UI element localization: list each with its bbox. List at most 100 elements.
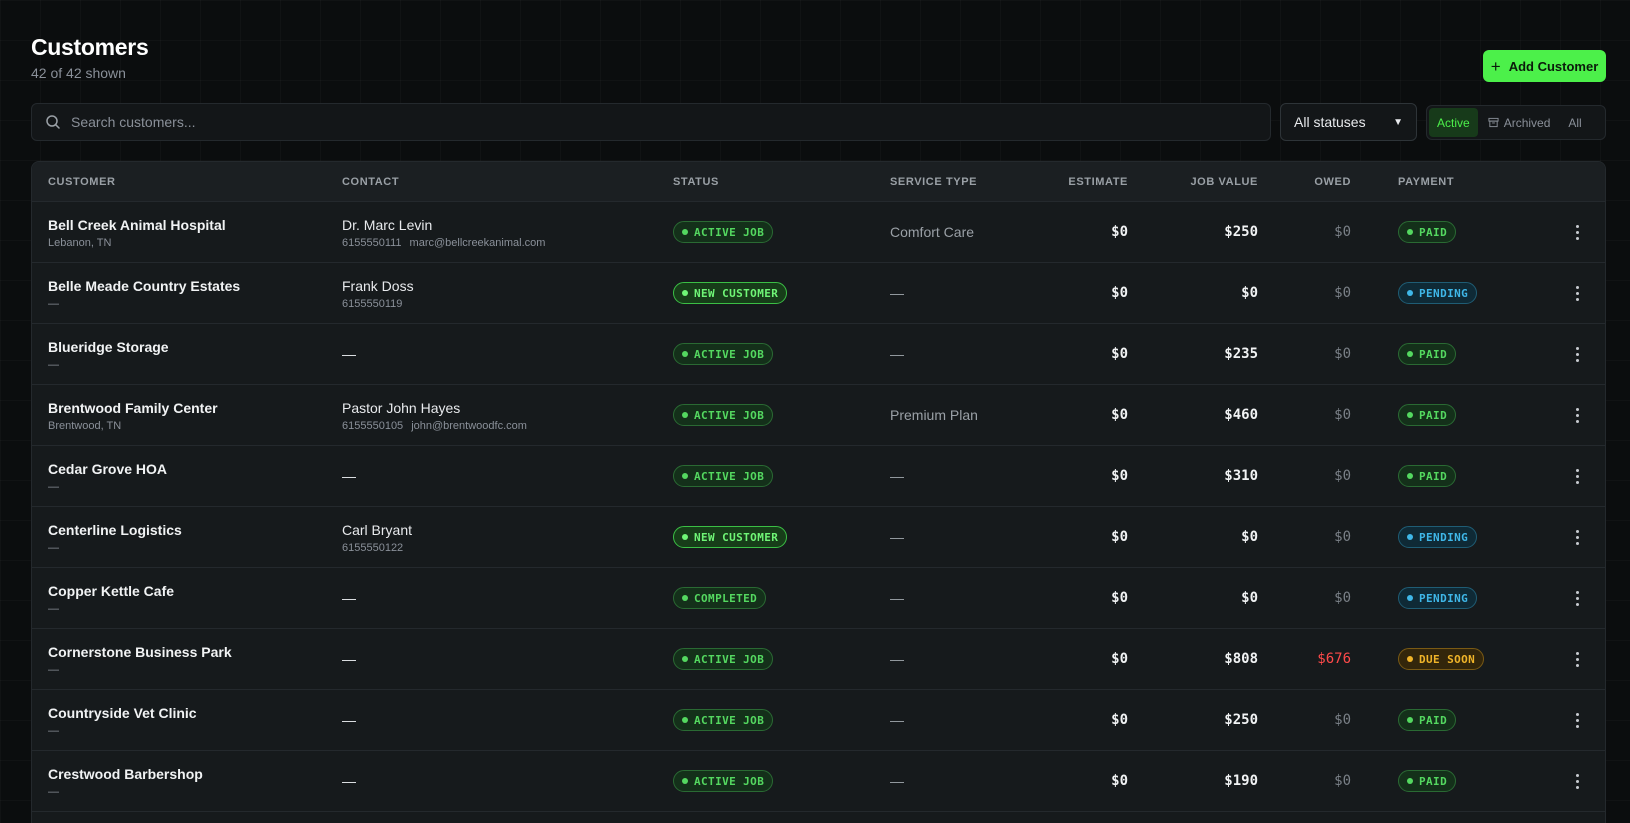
customer-name[interactable]: Belle Meade Country Estates [48, 278, 240, 294]
contact-cell: Carl Bryant 6155550122 [342, 522, 412, 554]
owed-value: $0 [1334, 346, 1351, 362]
column-header-service[interactable]: SERVICE TYPE [890, 176, 977, 188]
contact-phone[interactable]: 6155550105 [342, 420, 403, 432]
payment-dot [1407, 412, 1413, 418]
view-all-label: All [1568, 115, 1582, 130]
owed-value: $0 [1334, 590, 1351, 606]
status-cell: ACTIVE JOB [673, 648, 774, 670]
more-vertical-icon[interactable] [1569, 283, 1585, 303]
status-cell: ACTIVE JOB [673, 465, 774, 487]
customer-name[interactable]: Copper Kettle Cafe [48, 583, 174, 599]
contact-phone[interactable]: 6155550119 [342, 298, 402, 310]
table-row[interactable]: Countryside Vet Clinic — — ACTIVE JOB — $0 $25… [32, 690, 1605, 751]
estimate-value: $0 [1111, 651, 1128, 667]
payment-cell: PENDING [1398, 587, 1478, 609]
view-archived-button[interactable]: Archived [1480, 108, 1559, 137]
status-badge: ACTIVE JOB [673, 343, 774, 365]
status-dot [682, 351, 688, 357]
view-all-button[interactable]: All [1560, 108, 1589, 137]
contact-cell: Pastor John Hayes 6155550105 john@brentwoo… [342, 400, 527, 432]
job-value: $0 [1241, 285, 1258, 301]
more-vertical-icon[interactable] [1569, 344, 1585, 364]
estimate-value: $0 [1111, 773, 1128, 789]
contact-phone[interactable]: 6155550122 [342, 542, 403, 554]
customer-name[interactable]: Blueridge Storage [48, 339, 169, 355]
column-header-customer[interactable]: CUSTOMER [48, 176, 116, 188]
status-dot [682, 778, 688, 784]
table-row[interactable]: Cedar Grove HOA — — ACTIVE JOB — $0 $310 $0 PAID [32, 446, 1605, 507]
payment-badge: PENDING [1398, 587, 1478, 609]
column-header-owed[interactable]: OWED [1314, 176, 1351, 188]
more-vertical-icon[interactable] [1569, 588, 1585, 608]
table-row[interactable]: Centerline Logistics — Carl Bryant 61555501… [32, 507, 1605, 568]
customer-name[interactable]: Cornerstone Business Park [48, 644, 232, 660]
table-row[interactable]: Brentwood Family Center Brentwood, TN Past… [32, 385, 1605, 446]
table-header: CUSTOMER CONTACT STATUS SERVICE TYPE EST… [32, 162, 1605, 202]
owed-value: $676 [1317, 651, 1351, 667]
more-vertical-icon[interactable] [1569, 405, 1585, 425]
payment-label: PENDING [1419, 591, 1469, 605]
column-header-job-value[interactable]: JOB VALUE [1190, 176, 1258, 188]
table-row[interactable]: Copper Kettle Cafe — — COMPLETED — $0 $0 $0 PEND… [32, 568, 1605, 629]
customer-name[interactable]: Crestwood Barbershop [48, 766, 203, 782]
status-dot [682, 656, 688, 662]
status-cell: NEW CUSTOMER [673, 282, 788, 304]
payment-cell: PAID [1398, 221, 1457, 243]
status-cell: ACTIVE JOB [673, 709, 774, 731]
table-row[interactable]: Bell Creek Animal Hospital Lebanon, TN Dr.… [32, 202, 1605, 263]
add-customer-button[interactable]: + Add Customer [1483, 50, 1606, 82]
owed-value: $0 [1334, 468, 1351, 484]
column-header-contact[interactable]: CONTACT [342, 176, 399, 188]
job-value: $190 [1224, 773, 1258, 789]
contact-email[interactable]: marc@bellcreekanimal.com [410, 237, 546, 249]
payment-label: PENDING [1419, 530, 1469, 544]
customer-name[interactable]: Countryside Vet Clinic [48, 705, 197, 721]
payment-dot [1407, 717, 1413, 723]
payment-dot [1407, 595, 1413, 601]
more-vertical-icon[interactable] [1569, 527, 1585, 547]
table-row[interactable]: Crestwood Barbershop — — ACTIVE JOB — $0 $190 $… [32, 751, 1605, 812]
more-vertical-icon[interactable] [1569, 771, 1585, 791]
view-active-button[interactable]: Active [1429, 108, 1478, 137]
more-vertical-icon[interactable] [1569, 649, 1585, 669]
contact-cell: — [342, 712, 356, 728]
job-value: $0 [1241, 590, 1258, 606]
status-filter-select[interactable]: All statuses ▼ [1280, 103, 1417, 141]
more-vertical-icon[interactable] [1569, 466, 1585, 486]
owed-value: $0 [1334, 407, 1351, 423]
contact-email[interactable]: john@brentwoodfc.com [411, 420, 527, 432]
contact-name: Frank Doss [342, 278, 414, 294]
more-vertical-icon[interactable] [1569, 710, 1585, 730]
job-value: $310 [1224, 468, 1258, 484]
customers-table: CUSTOMER CONTACT STATUS SERVICE TYPE EST… [31, 161, 1606, 823]
column-header-estimate[interactable]: ESTIMATE [1068, 176, 1128, 188]
table-row[interactable]: Belle Meade Country Estates — Frank Doss 61… [32, 263, 1605, 324]
payment-label: PAID [1419, 713, 1448, 727]
contact-phone[interactable]: 6155550111 [342, 237, 402, 249]
column-header-status[interactable]: STATUS [673, 176, 719, 188]
customer-cell: Bell Creek Animal Hospital Lebanon, TN [48, 217, 226, 249]
job-value: $250 [1224, 712, 1258, 728]
table-row[interactable]: Blueridge Storage — — ACTIVE JOB — $0 $235 $0 PA… [32, 324, 1605, 385]
service-type: — [890, 529, 904, 545]
customer-cell: Cedar Grove HOA — [48, 461, 167, 493]
customer-name[interactable]: Bell Creek Animal Hospital [48, 217, 226, 233]
table-row[interactable]: Cornerstone Business Park — — ACTIVE JOB — $0… [32, 629, 1605, 690]
payment-cell: PENDING [1398, 282, 1478, 304]
customer-name[interactable]: Brentwood Family Center [48, 400, 218, 416]
customer-name[interactable]: Centerline Logistics [48, 522, 182, 538]
toolbar: All statuses ▼ Active Archived All [31, 103, 1606, 141]
service-type: — [890, 285, 904, 301]
payment-cell: PAID [1398, 465, 1457, 487]
more-vertical-icon[interactable] [1569, 222, 1585, 242]
payment-label: PAID [1419, 469, 1448, 483]
status-cell: ACTIVE JOB [673, 404, 774, 426]
search-box[interactable] [31, 103, 1271, 141]
column-header-payment[interactable]: PAYMENT [1398, 176, 1454, 188]
customer-name[interactable]: Cedar Grove HOA [48, 461, 167, 477]
table-body: Bell Creek Animal Hospital Lebanon, TN Dr.… [32, 202, 1605, 812]
payment-label: PAID [1419, 774, 1448, 788]
search-input[interactable] [71, 114, 1270, 130]
service-type: — [890, 651, 904, 667]
payment-dot [1407, 229, 1413, 235]
